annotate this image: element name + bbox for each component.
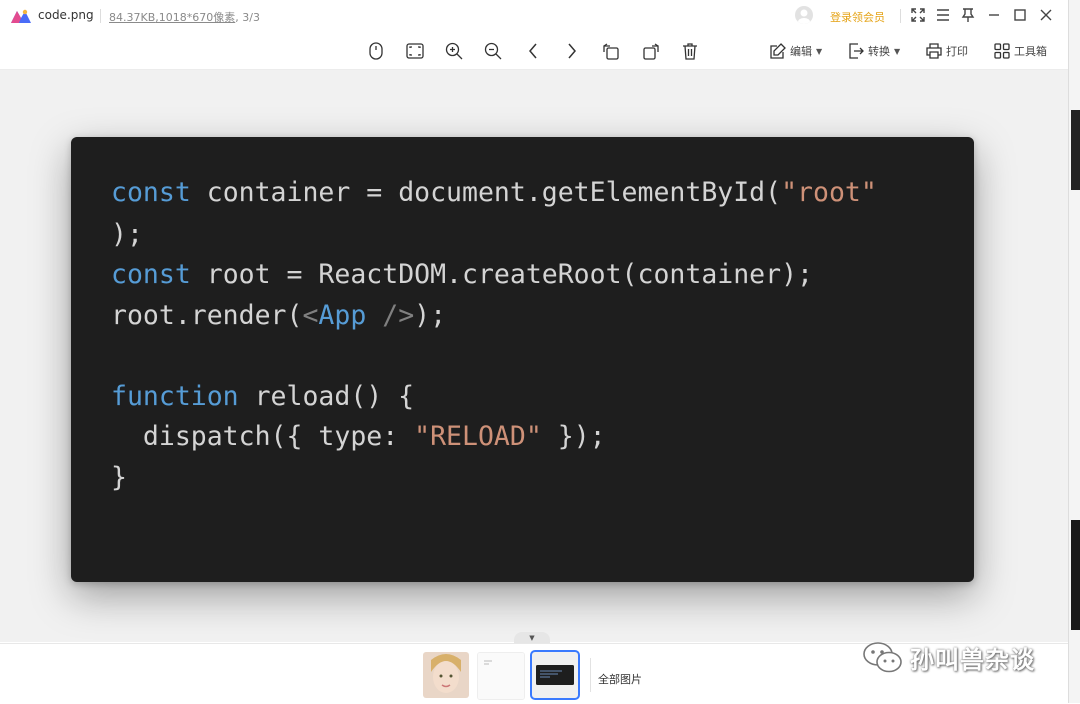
caret-down-icon: ▼ bbox=[529, 633, 535, 642]
wechat-icon bbox=[863, 641, 902, 672]
code-token: }); bbox=[541, 421, 606, 452]
rotate-left-icon[interactable] bbox=[601, 41, 621, 61]
code-string: "root" bbox=[781, 177, 877, 208]
edit-icon bbox=[770, 43, 786, 59]
thumbnail-item[interactable] bbox=[477, 652, 525, 700]
code-line: function reload() { bbox=[111, 381, 414, 412]
code-line: } bbox=[111, 462, 127, 493]
fullscreen-icon[interactable] bbox=[909, 6, 927, 24]
title-bar: code.png 84.37KB,1018*670像素, 3/3 登录领会员 bbox=[0, 0, 1068, 32]
maximize-icon[interactable] bbox=[1011, 6, 1029, 24]
code-keyword: function bbox=[111, 381, 239, 412]
code-keyword: const bbox=[111, 259, 191, 290]
file-name: code.png bbox=[38, 8, 94, 22]
code-token: } bbox=[111, 462, 127, 493]
delete-icon[interactable] bbox=[680, 41, 700, 61]
image-dimensions[interactable]: ,1018*670像素 bbox=[155, 11, 235, 24]
code-line: root.render(<App />); bbox=[111, 300, 446, 331]
menu-icon[interactable] bbox=[934, 6, 952, 24]
divider bbox=[590, 658, 591, 692]
convert-label: 转换 bbox=[868, 45, 890, 58]
edit-label: 编辑 bbox=[790, 45, 812, 58]
app-logo-icon bbox=[11, 9, 31, 23]
toolbox-label: 工具箱 bbox=[1014, 45, 1047, 58]
watermark-text: 孙叫兽杂谈 bbox=[910, 646, 1035, 674]
convert-icon bbox=[849, 43, 864, 59]
close-icon[interactable] bbox=[1037, 6, 1055, 24]
divider bbox=[900, 9, 901, 23]
code-line: const root = ReactDOM.createRoot(contain… bbox=[111, 259, 813, 290]
thumbnail-item[interactable] bbox=[423, 652, 469, 698]
edge-panel bbox=[1071, 520, 1080, 630]
print-label: 打印 bbox=[946, 45, 968, 58]
code-punctuation: /> bbox=[366, 300, 415, 331]
previous-icon[interactable] bbox=[523, 41, 543, 61]
code-line: const container = document.getElementByI… bbox=[111, 177, 877, 208]
zoom-out-icon[interactable] bbox=[483, 41, 503, 61]
convert-menu[interactable]: 转换 ▼ bbox=[848, 43, 900, 59]
thumbnail-item-active[interactable] bbox=[530, 650, 580, 700]
caret-down-icon: ▼ bbox=[894, 46, 901, 56]
edit-menu[interactable]: 编辑 ▼ bbox=[770, 43, 822, 59]
toolbox-button[interactable]: 工具箱 bbox=[994, 43, 1047, 59]
page-counter: , 3/3 bbox=[235, 11, 260, 24]
code-keyword: const bbox=[111, 177, 191, 208]
code-line: ); bbox=[111, 219, 143, 250]
file-size[interactable]: 84.37KB bbox=[109, 11, 155, 24]
edge-panel bbox=[1071, 110, 1080, 190]
code-token: container = document.getElementById( bbox=[190, 177, 782, 208]
fit-screen-icon[interactable] bbox=[405, 41, 425, 61]
login-vip-link[interactable]: 登录领会员 bbox=[830, 9, 885, 25]
background-window-edge bbox=[1068, 0, 1080, 703]
caret-down-icon: ▼ bbox=[816, 46, 823, 56]
code-line: dispatch({ type: "RELOAD" }); bbox=[111, 421, 606, 452]
print-button[interactable]: 打印 bbox=[926, 43, 968, 59]
code-keyword: App bbox=[318, 300, 367, 331]
watermark: 孙叫兽杂谈 bbox=[862, 640, 1035, 675]
grid-icon bbox=[994, 43, 1010, 59]
all-images-button[interactable]: 全部图片 bbox=[598, 671, 642, 687]
mouse-icon[interactable] bbox=[366, 41, 386, 61]
minimize-icon[interactable] bbox=[985, 6, 1003, 24]
code-punctuation: < bbox=[302, 300, 319, 331]
code-token: root = ReactDOM.createRoot(container); bbox=[190, 259, 814, 290]
divider bbox=[100, 9, 101, 23]
code-token: reload() { bbox=[238, 381, 415, 412]
image-toolbar: 编辑 ▼ 转换 ▼ 打印 工具箱 bbox=[0, 32, 1068, 70]
printer-icon bbox=[926, 43, 942, 59]
code-token: ); bbox=[414, 300, 447, 331]
code-token: dispatch({ type: bbox=[111, 421, 415, 452]
user-avatar-icon[interactable] bbox=[795, 6, 813, 24]
code-token: root.render( bbox=[111, 300, 303, 331]
rotate-right-icon[interactable] bbox=[641, 41, 661, 61]
collapse-filmstrip-button[interactable]: ▼ bbox=[514, 632, 550, 643]
next-icon[interactable] bbox=[562, 41, 582, 61]
code-string: "RELOAD" bbox=[414, 421, 542, 452]
code-image: const container = document.getElementByI… bbox=[71, 137, 974, 582]
file-info[interactable]: 84.37KB,1018*670像素, 3/3 bbox=[109, 9, 260, 25]
zoom-in-icon[interactable] bbox=[444, 41, 464, 61]
code-token: ); bbox=[111, 219, 143, 250]
pin-icon[interactable] bbox=[959, 6, 977, 24]
